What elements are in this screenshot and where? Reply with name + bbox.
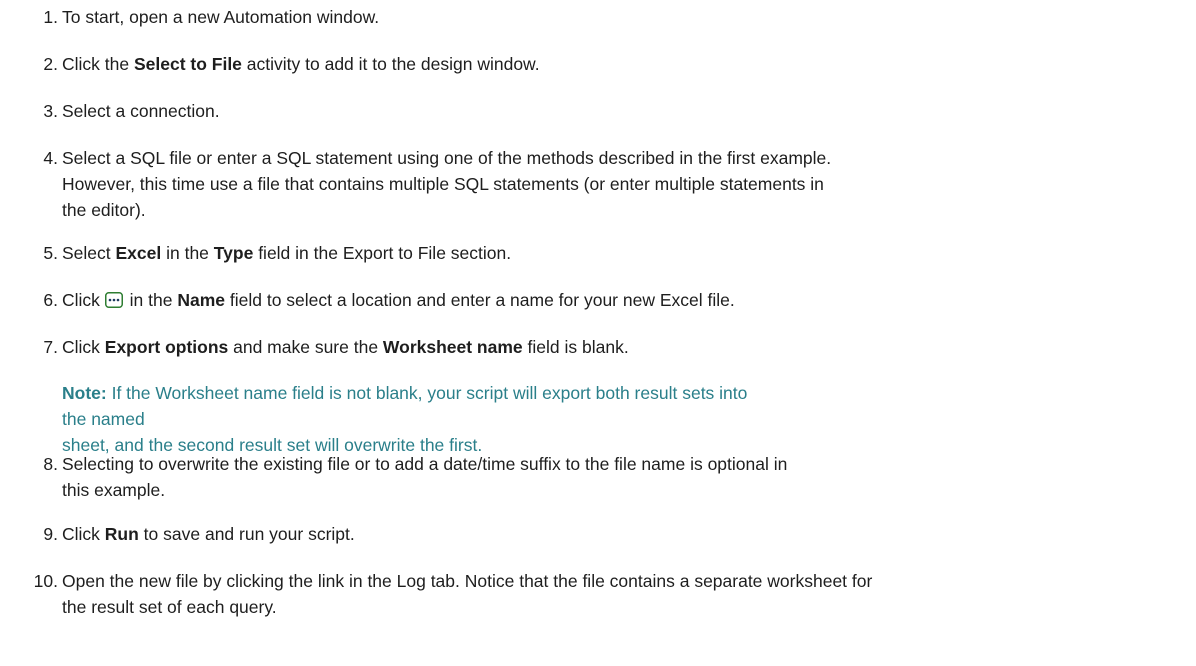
step-text: Select a connection. [62, 101, 220, 121]
step-number: 8. [43, 454, 58, 474]
ui-term: Excel [115, 243, 162, 263]
step-number: 2. [43, 54, 58, 74]
step-text: Selecting to overwrite the existing file… [62, 454, 788, 500]
note-text: If the Worksheet name field is not blank… [62, 383, 748, 429]
step-number: 6. [43, 290, 58, 310]
step-number: 7. [43, 337, 58, 357]
ui-term: Name [177, 290, 225, 310]
step-text: Click Export options and make sure the W… [62, 337, 629, 357]
step-number: 10. [33, 571, 58, 591]
step-number: 3. [43, 101, 58, 121]
ui-term: Export options [104, 337, 229, 357]
step-text: Select Excel in the Type field in the Ex… [62, 243, 512, 263]
step-text: Select a SQL file or enter a SQL stateme… [62, 148, 832, 220]
step-text: To start, open a new Automation window. [62, 7, 380, 27]
note-callout: Note: If the Worksheet name field is not… [62, 380, 762, 458]
step-number: 4. [43, 148, 58, 168]
ui-term: Type [213, 243, 254, 263]
step-text: Click Run to save and run your script. [62, 524, 355, 544]
instruction-list: 1. To start, open a new Automation windo… [0, 0, 1196, 666]
step-number: 5. [43, 243, 58, 263]
ui-term: Worksheet name [382, 337, 523, 357]
ui-term: Run [104, 524, 139, 544]
step-number: 1. [43, 7, 58, 27]
note-label: Note: [62, 383, 107, 403]
ellipsis-button-icon [104, 289, 123, 308]
step-text: Click the Select to File activity to add… [62, 54, 540, 74]
step-number: 9. [43, 524, 58, 544]
step-text: Open the new file by clicking the link i… [62, 571, 873, 617]
ui-term: Select to File [133, 54, 242, 74]
step-text: Click in the Name field to select a loca… [62, 289, 735, 310]
